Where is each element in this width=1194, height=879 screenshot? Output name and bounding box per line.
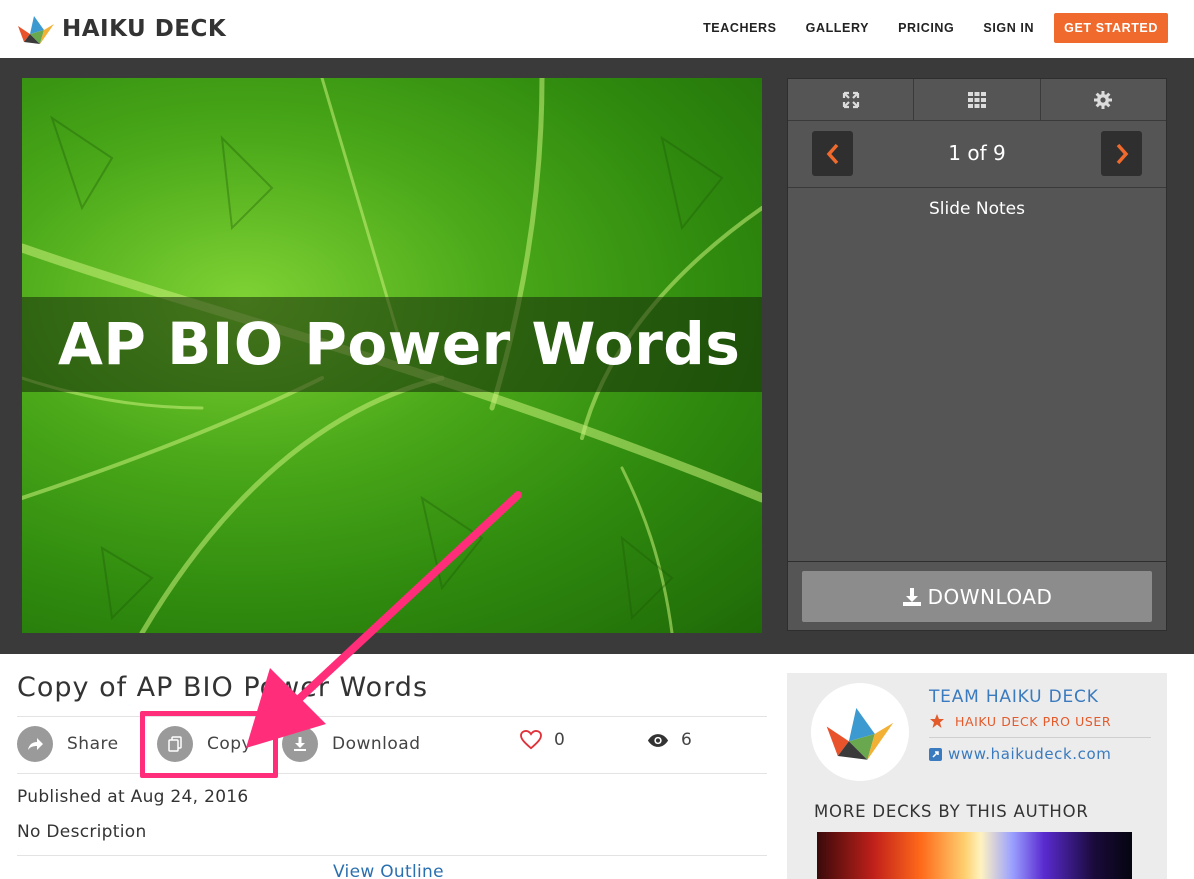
gear-icon [1094,90,1113,109]
crane-logo-icon [18,16,54,44]
views-stat: 6 [647,730,692,750]
nav-gallery[interactable]: GALLERY [806,13,869,43]
likes-count: 0 [554,730,565,750]
deck-title: Copy of AP BIO Power Words [17,672,429,703]
divider-middle [17,773,767,774]
haiku-deck-logo[interactable]: HAIKU DECK [16,10,226,48]
main-nav: TEACHERS GALLERY PRICING SIGN IN GET STA… [674,13,1168,43]
slide-title: AP BIO Power Words [58,310,741,378]
get-started-button[interactable]: GET STARTED [1054,13,1168,43]
download-button[interactable]: Download [282,726,421,762]
view-outline-link[interactable]: View Outline [333,862,444,879]
slide-side-panel: 1 of 9 Slide Notes DOWNLOAD [787,78,1167,631]
published-date: Published at Aug 24, 2016 [17,787,249,807]
chevron-right-icon [1116,143,1128,164]
fullscreen-button[interactable] [788,79,915,120]
more-deck-thumbnail[interactable] [817,832,1132,879]
divider-bottom [17,855,767,856]
download-deck-label: DOWNLOAD [927,584,1053,609]
nav-sign-in[interactable]: SIGN IN [983,13,1034,43]
grid-icon [967,91,986,108]
author-avatar[interactable] [811,683,909,781]
author-name[interactable]: TEAM HAIKU DECK [929,687,1099,707]
download-label: Download [332,734,421,754]
author-card: TEAM HAIKU DECK HAIKU DECK PRO USER www.… [787,673,1167,879]
share-label: Share [67,734,119,754]
like-button[interactable]: 0 [520,730,565,750]
slide-viewer[interactable]: AP BIO Power Words [22,78,762,633]
expand-icon [842,91,859,108]
pro-badge-icon [930,714,944,728]
pro-user-label: HAIKU DECK PRO USER [955,713,1112,729]
share-icon [28,738,43,750]
share-icon-circle [17,726,53,762]
download-icon-circle [282,726,318,762]
top-header: HAIKU DECK TEACHERS GALLERY PRICING SIGN… [0,0,1194,58]
deck-description: No Description [17,822,147,842]
share-button[interactable]: Share [17,726,119,762]
viewer-toolbar [788,79,1166,121]
next-slide-button[interactable] [1101,131,1142,176]
crane-avatar-icon [826,707,894,760]
author-divider [929,737,1151,738]
pro-user-badge: HAIKU DECK PRO USER [929,713,1111,729]
eye-icon [647,733,669,747]
external-link-icon [929,747,942,761]
grid-view-button[interactable] [914,79,1041,120]
slide-title-band: AP BIO Power Words [22,297,762,392]
slide-notes-label: Slide Notes [929,199,1025,219]
heart-icon [520,730,542,750]
copy-highlight-box [140,711,278,778]
panel-divider [788,561,1166,562]
more-decks-heading: MORE DECKS BY THIS AUTHOR [814,802,1089,821]
nav-pricing[interactable]: PRICING [898,13,954,43]
views-count: 6 [681,730,692,750]
nav-teachers[interactable]: TEACHERS [703,13,777,43]
author-website-text: www.haikudeck.com [948,745,1112,763]
divider-top [17,716,767,717]
brand-name: HAIKU DECK [62,16,227,42]
presentation-stage: AP BIO Power Words 1 of 9 Slide Notes DO… [0,58,1194,654]
slide-pager: 1 of 9 [788,121,1166,188]
download-small-icon [294,737,306,751]
settings-button[interactable] [1041,79,1166,120]
author-website-link[interactable]: www.haikudeck.com [929,745,1111,763]
deck-actions: Share Copy Download 0 6 [17,722,767,768]
download-icon [902,587,921,606]
download-deck-button[interactable]: DOWNLOAD [802,571,1152,622]
